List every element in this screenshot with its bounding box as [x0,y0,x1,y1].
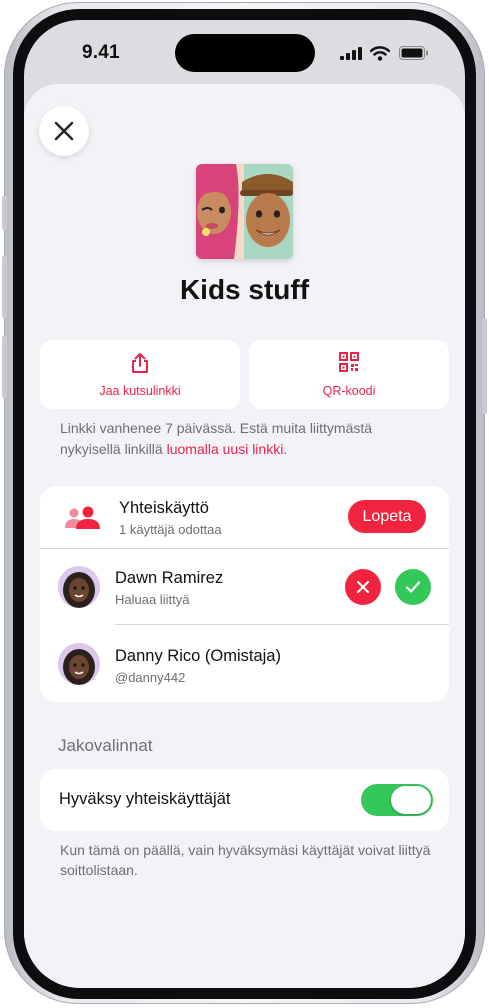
create-new-link-link[interactable]: luomalla uusi linkki [167,441,284,457]
collaboration-title: Yhteiskäyttö [119,499,209,517]
toggle-knob [391,786,431,814]
cellular-signal-icon [340,47,362,60]
member-avatar-dawn [58,566,100,608]
link-expiry-suffix: . [283,441,288,457]
member-status: Haluaa liittyä [115,592,190,607]
member-name: Dawn Ramirez [115,569,224,587]
decline-request-button[interactable] [345,569,381,605]
volume-up-button [2,256,7,318]
approve-collaborators-label: Hyväksy yhteiskäyttäjät [59,790,231,808]
volume-down-button [2,336,7,398]
member-name: Danny Rico (Omistaja) [115,647,281,665]
playlist-title: Kids stuff [179,274,310,305]
member-avatar-danny [58,643,100,685]
accept-request-button[interactable] [395,569,431,605]
qr-code-icon [339,352,359,372]
approve-collaborators-footnote: Kun tämä on päällä, vain hyväksymäsi käy… [60,842,431,878]
row-divider [40,548,449,549]
memoji-artwork [196,164,293,259]
playlist-artwork [196,164,293,259]
member-status: @danny442 [115,670,186,685]
power-button [482,318,487,414]
x-icon [356,580,370,594]
close-icon [54,121,74,141]
share-invite-link-label: Jaa kutsulinkki [99,384,181,398]
share-options-header: Jakovalinnat [58,736,153,755]
link-expiry-note: Linkki vanhenee 7 päivässä. Estä muita l… [60,418,430,460]
screen: 9.41 Kids stuff Jaa kutsulinkki QR-koodi… [24,20,465,988]
collaboration-subtitle: 1 käyttäjä odottaa [119,522,222,537]
avatar [58,643,100,685]
wifi-icon [370,46,390,61]
dynamic-island [175,34,315,72]
action-button [2,196,7,230]
checkmark-icon [405,581,421,593]
qr-code-button[interactable]: QR-koodi [249,340,449,409]
avatar [58,566,100,608]
battery-icon [399,46,428,60]
status-time: 9.41 [82,42,120,63]
share-icon [132,353,148,373]
approve-collaborators-toggle[interactable] [361,784,433,816]
people-icon [65,506,100,529]
stop-collaboration-button[interactable]: Lopeta [348,500,426,533]
collaboration-sheet: Kids stuff Jaa kutsulinkki QR-koodi Link… [24,84,465,988]
collaboration-card: Yhteiskäyttö 1 käyttäjä odottaa Lopeta D… [40,486,449,702]
share-invite-link-button[interactable]: Jaa kutsulinkki [40,340,240,409]
row-divider [115,624,449,625]
status-bar: 9.41 [24,20,465,90]
close-button[interactable] [39,106,89,156]
approve-collaborators-row: Hyväksy yhteiskäyttäjät [40,769,449,831]
qr-code-label: QR-koodi [322,384,376,398]
